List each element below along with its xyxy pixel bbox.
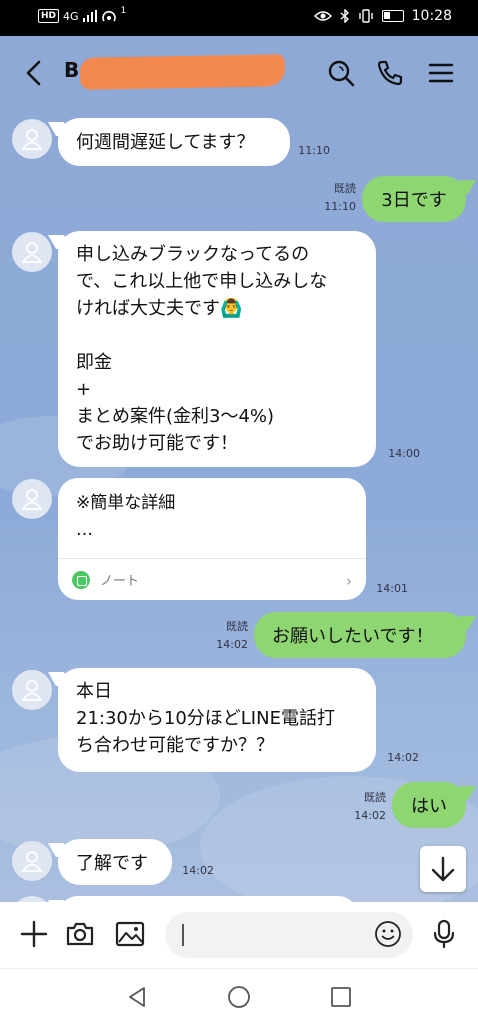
message-time: 14:02 [387, 751, 419, 764]
avatar[interactable] [12, 841, 52, 881]
avatar[interactable] [12, 479, 52, 519]
arrow-down-icon [431, 856, 455, 882]
message-time: 11:10 [298, 144, 330, 157]
hd-badge: HD [38, 9, 60, 23]
text-caret [182, 924, 184, 946]
avatar[interactable] [12, 232, 52, 272]
bluetooth-icon [340, 9, 349, 23]
phone-icon[interactable] [375, 58, 405, 88]
vibrate-icon [358, 9, 373, 23]
nav-back-icon[interactable] [126, 985, 150, 1009]
signal-icon [82, 10, 97, 22]
search-icon[interactable] [326, 58, 356, 88]
read-receipt: 既読 [334, 182, 356, 195]
note-icon [72, 570, 90, 589]
system-nav-bar [0, 968, 478, 1024]
message-bubble-incoming[interactable]: 申し込みブラックなってるの で、これ以上他で申し込みしな ければ大丈夫です🙆‍♂… [58, 231, 376, 467]
message-bubble-outgoing[interactable]: はい [392, 782, 466, 828]
read-receipt: 既読 [226, 620, 248, 633]
notification-count: 1 [120, 6, 127, 16]
message-input-bar [0, 902, 478, 968]
message-bubble-outgoing[interactable]: お願いしたいです！ [254, 612, 466, 658]
microphone-icon[interactable] [428, 918, 460, 950]
message-time: 14:02 [354, 809, 386, 822]
signal-text: 4G [63, 9, 79, 23]
menu-icon[interactable] [426, 58, 456, 88]
note-footer[interactable]: ノート › [58, 558, 366, 600]
note-preview: ※簡単な詳細 … [76, 493, 176, 540]
redaction-mark [79, 54, 286, 90]
emoji-icon[interactable] [374, 920, 402, 948]
message-bubble-incoming[interactable]: 本日 21:30から10分ほどLINE電話打 ち合わせ可能ですか？？ [58, 668, 376, 772]
hotspot-icon [101, 10, 116, 22]
note-label: ノート [100, 574, 140, 589]
message-bubble-incoming[interactable]: 何週間遅延してます？ [58, 118, 290, 166]
chat-area[interactable]: B 何週間遅延してます？ 11:10 既読 11:10 3日です 申し込みブラッ… [0, 36, 478, 902]
nav-recents-icon[interactable] [329, 985, 353, 1009]
nav-home-icon[interactable] [227, 985, 251, 1009]
message-time: 14:02 [182, 864, 214, 877]
chat-header: B [0, 36, 478, 108]
camera-icon[interactable] [64, 918, 96, 950]
message-bubble-incoming[interactable]: 了解です [58, 839, 172, 885]
status-bar: HD 4G 1 10:28 [0, 0, 478, 36]
scroll-to-bottom-button[interactable] [420, 846, 466, 892]
note-card[interactable]: ※簡単な詳細 … ノート › [58, 478, 366, 600]
message-time: 14:02 [216, 638, 248, 651]
message-bubble-outgoing[interactable]: 3日です [362, 176, 466, 222]
message-time: 14:00 [388, 447, 420, 460]
avatar[interactable] [12, 119, 52, 159]
avatar[interactable] [12, 670, 52, 710]
read-receipt: 既読 [364, 791, 386, 804]
message-time: 11:10 [324, 200, 356, 213]
battery-icon [381, 10, 404, 22]
chevron-right-icon: › [346, 572, 352, 590]
status-time: 10:28 [411, 8, 452, 24]
plus-icon[interactable] [18, 918, 50, 950]
message-time: 14:01 [376, 582, 408, 595]
back-icon[interactable] [20, 58, 50, 88]
image-icon[interactable] [114, 918, 146, 950]
eye-icon [313, 11, 332, 21]
